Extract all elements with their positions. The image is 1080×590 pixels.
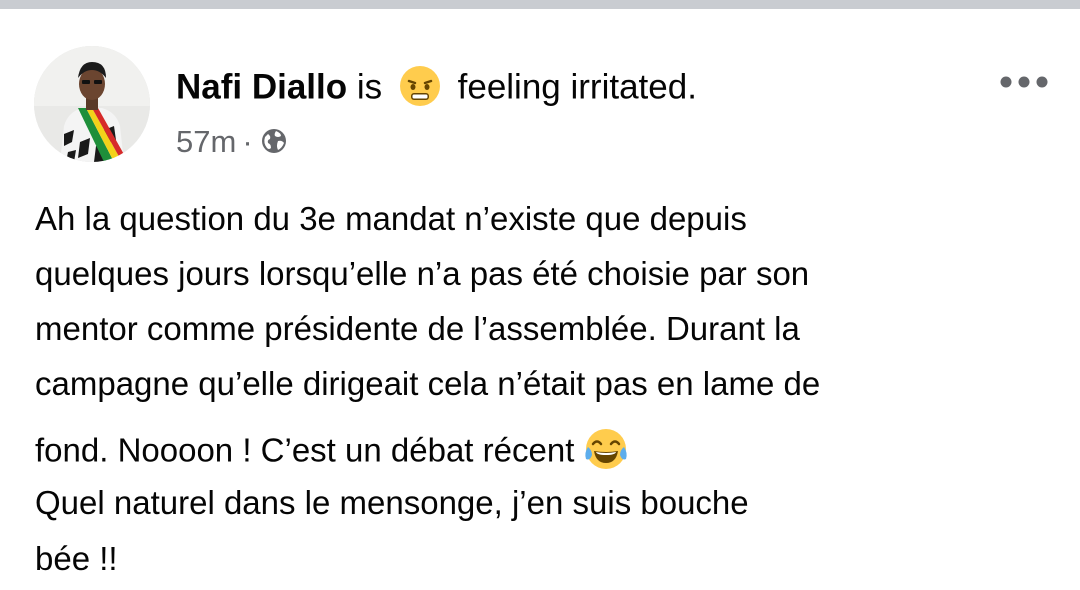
tears-of-joy-emoji-icon xyxy=(582,425,630,473)
author-name[interactable]: Nafi Diallo xyxy=(176,67,347,106)
post-text-line-with-emoji: fond. Noooon ! C’est un débat récent xyxy=(35,429,630,477)
feed-separator xyxy=(0,0,1080,9)
post-header-line: Nafi Diallo is feeling irritated. xyxy=(176,64,697,111)
irritated-face-emoji-icon xyxy=(398,64,442,108)
post-text-line: Quel naturel dans le mensonge, j’en suis… xyxy=(35,484,749,521)
globe-icon[interactable] xyxy=(259,126,289,156)
avatar[interactable] xyxy=(34,46,150,162)
facebook-post: Nafi Diallo is feeling irritated. 57m· xyxy=(0,9,1080,590)
post-text-line: quelques jours lorsqu’elle n’a pas été c… xyxy=(35,255,810,292)
profile-photo xyxy=(34,46,150,162)
post-text-line: campagne qu’elle dirigeait cela n’était … xyxy=(35,365,821,402)
post-text-line: mentor comme présidente de l’assemblée. … xyxy=(35,310,800,347)
meta-separator: · xyxy=(242,124,253,159)
post-meta: 57m · xyxy=(176,124,289,160)
post-text-line: bée !! xyxy=(35,540,118,577)
more-options-icon xyxy=(1000,76,1048,88)
feeling-connector: is xyxy=(356,67,383,107)
post-text-line: fond. Noooon ! C’est un débat récent xyxy=(35,431,575,469)
feeling-text[interactable]: feeling irritated. xyxy=(458,67,697,106)
timestamp[interactable]: 57m xyxy=(176,124,236,159)
post-text-line: Ah la question du 3e mandat n’existe que… xyxy=(35,200,747,237)
more-options-button[interactable] xyxy=(992,67,1056,97)
